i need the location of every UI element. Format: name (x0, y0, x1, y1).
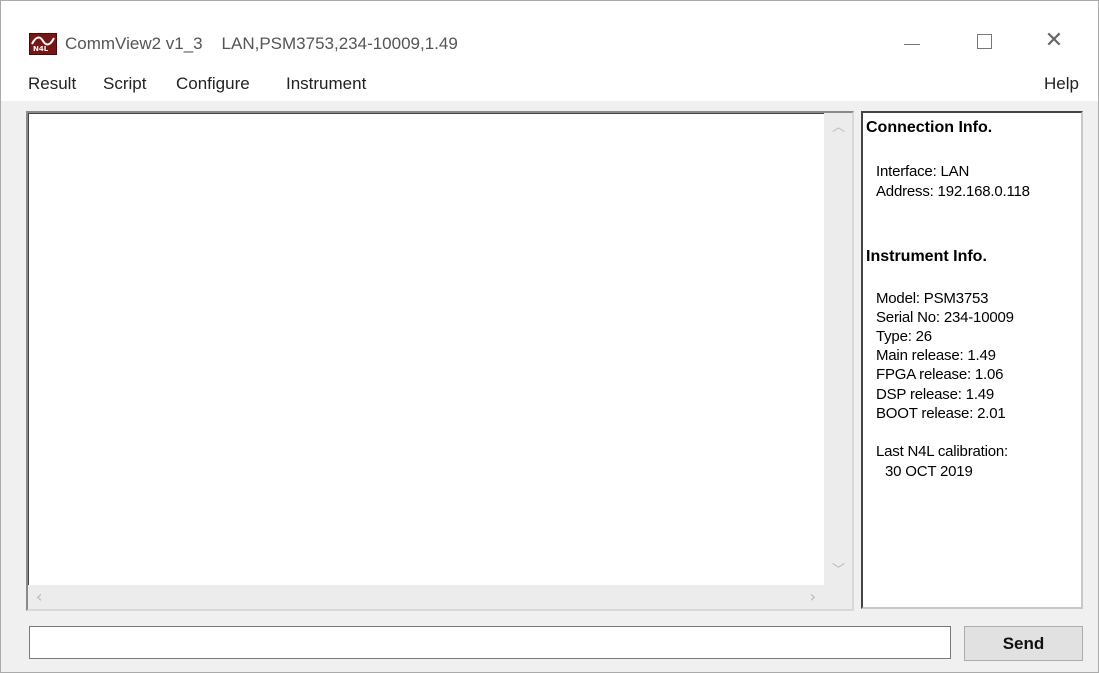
close-icon: ✕ (1044, 28, 1064, 53)
scrollbar-corner (824, 585, 852, 609)
calibration-label: Last N4L calibration: (876, 443, 1008, 460)
menu-script[interactable]: Script (103, 74, 146, 94)
close-button[interactable]: ✕ (1031, 23, 1077, 59)
command-input[interactable] (29, 626, 951, 659)
info-panel: Connection Info. Interface: LAN Address:… (861, 111, 1083, 609)
menu-bar: Result Script Configure Instrument Help (1, 65, 1098, 101)
vertical-scrollbar[interactable]: ︿ ﹀ (824, 113, 852, 585)
address-value: Address: 192.168.0.118 (876, 183, 1030, 200)
dsp-release-value: DSP release: 1.49 (876, 386, 995, 403)
connection-info-heading: Connection Info. (866, 119, 993, 136)
horizontal-scrollbar[interactable]: ‹ › (28, 585, 824, 609)
app-window: N4L CommView2 v1_3 LAN,PSM3753,234-10009… (0, 0, 1099, 673)
calibration-date: 30 OCT 2019 (885, 463, 973, 480)
chevron-up-icon[interactable]: ︿ (832, 121, 845, 134)
chevron-right-icon[interactable]: › (810, 589, 816, 605)
interface-value: Interface: LAN (876, 163, 970, 180)
type-value: Type: 26 (876, 328, 932, 345)
fpga-release-value: FPGA release: 1.06 (876, 366, 1004, 383)
send-button[interactable]: Send (964, 626, 1083, 661)
title-bar[interactable]: N4L CommView2 v1_3 LAN,PSM3753,234-10009… (1, 1, 1098, 65)
logo-text: N4L (33, 45, 49, 53)
menu-configure[interactable]: Configure (176, 74, 250, 94)
output-text[interactable] (28, 113, 852, 609)
menu-instrument[interactable]: Instrument (286, 74, 366, 94)
maximize-button[interactable] (961, 23, 1007, 59)
chevron-left-icon[interactable]: ‹ (36, 589, 42, 605)
serial-value: Serial No: 234-10009 (876, 309, 1014, 326)
minimize-icon (904, 43, 920, 45)
main-release-value: Main release: 1.49 (876, 347, 996, 364)
n4l-logo-icon: N4L (29, 33, 57, 55)
window-title: CommView2 v1_3 LAN,PSM3753,234-10009,1.4… (65, 34, 458, 53)
chevron-down-icon[interactable]: ﹀ (832, 564, 845, 577)
menu-help[interactable]: Help (1044, 74, 1079, 94)
boot-release-value: BOOT release: 2.01 (876, 405, 1006, 422)
instrument-info-heading: Instrument Info. (866, 248, 987, 265)
model-value: Model: PSM3753 (876, 290, 989, 307)
minimize-button[interactable] (889, 23, 935, 59)
maximize-icon (976, 33, 992, 49)
menu-result[interactable]: Result (28, 74, 76, 94)
output-area[interactable]: ︿ ﹀ ‹ › (26, 111, 854, 611)
